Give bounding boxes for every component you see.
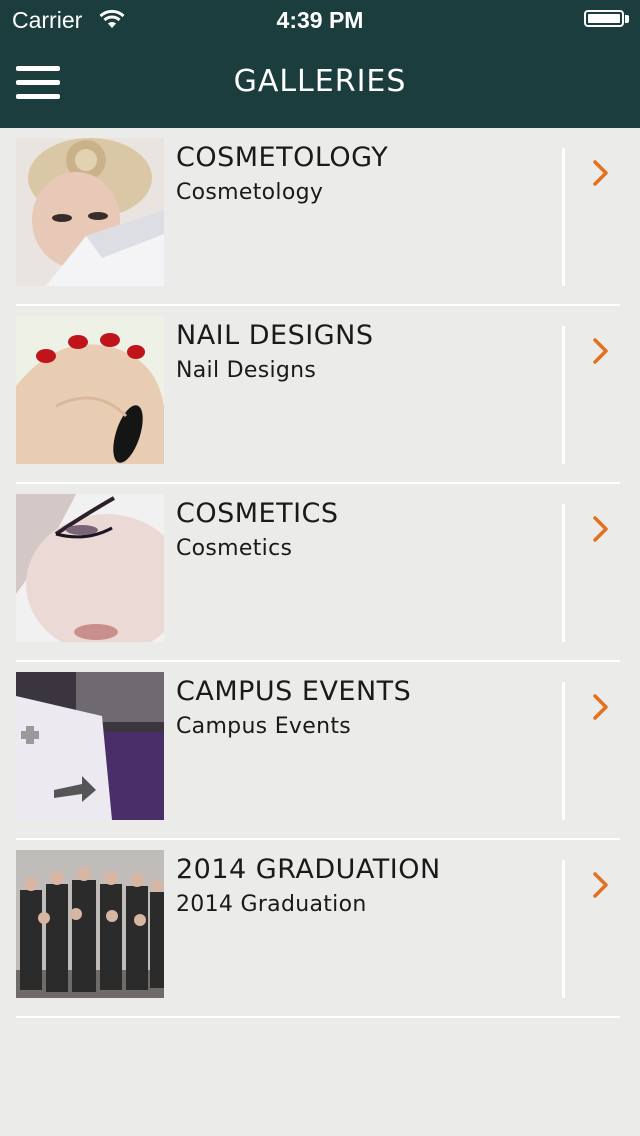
navigation-bar: Carrier 4:39 PM GALLERIES bbox=[0, 0, 640, 128]
battery-icon bbox=[584, 10, 624, 27]
chevron-right-icon[interactable] bbox=[590, 514, 612, 544]
gallery-title: CAMPUS EVENTS bbox=[176, 676, 412, 707]
chevron-right-icon[interactable] bbox=[590, 870, 612, 900]
gallery-title: 2014 GRADUATION bbox=[176, 854, 441, 885]
chevron-right-icon[interactable] bbox=[590, 336, 612, 366]
campus-events-thumbnail bbox=[16, 672, 164, 820]
row-divider bbox=[562, 148, 565, 286]
gallery-row-nail-designs[interactable]: NAIL DESIGNS Nail Designs bbox=[0, 306, 640, 484]
gallery-row-cosmetics[interactable]: COSMETICS Cosmetics bbox=[0, 484, 640, 662]
nail-designs-thumbnail bbox=[16, 316, 164, 464]
row-divider bbox=[562, 682, 565, 820]
gallery-row-cosmetology[interactable]: COSMETOLOGY Cosmetology bbox=[0, 128, 640, 306]
gallery-subtitle: 2014 Graduation bbox=[176, 892, 367, 917]
gallery-row-campus-events[interactable]: CAMPUS EVENTS Campus Events bbox=[0, 662, 640, 840]
chevron-right-icon[interactable] bbox=[590, 692, 612, 722]
chevron-right-icon[interactable] bbox=[590, 158, 612, 188]
gallery-subtitle: Campus Events bbox=[176, 714, 352, 739]
row-divider bbox=[562, 860, 565, 998]
row-separator bbox=[16, 1016, 620, 1018]
gallery-row-2014-graduation[interactable]: 2014 GRADUATION 2014 Graduation bbox=[0, 840, 640, 1018]
status-time: 4:39 PM bbox=[276, 7, 364, 33]
gallery-title: COSMETOLOGY bbox=[176, 142, 389, 173]
gallery-subtitle: Cosmetology bbox=[176, 180, 324, 205]
page-title: GALLERIES bbox=[233, 64, 407, 99]
row-divider bbox=[562, 504, 565, 642]
row-divider bbox=[562, 326, 565, 464]
gallery-subtitle: Nail Designs bbox=[176, 358, 317, 383]
gallery-title: NAIL DESIGNS bbox=[176, 320, 374, 351]
gallery-subtitle: Cosmetics bbox=[176, 536, 293, 561]
gallery-list: COSMETOLOGY Cosmetology NAIL DESIGNS Nai… bbox=[0, 128, 640, 1018]
battery-tip bbox=[625, 15, 629, 23]
cosmetics-thumbnail bbox=[16, 494, 164, 642]
cosmetology-thumbnail bbox=[16, 138, 164, 286]
status-bar: Carrier 4:39 PM bbox=[0, 0, 640, 40]
gallery-title: COSMETICS bbox=[176, 498, 339, 529]
graduation-thumbnail bbox=[16, 850, 164, 998]
